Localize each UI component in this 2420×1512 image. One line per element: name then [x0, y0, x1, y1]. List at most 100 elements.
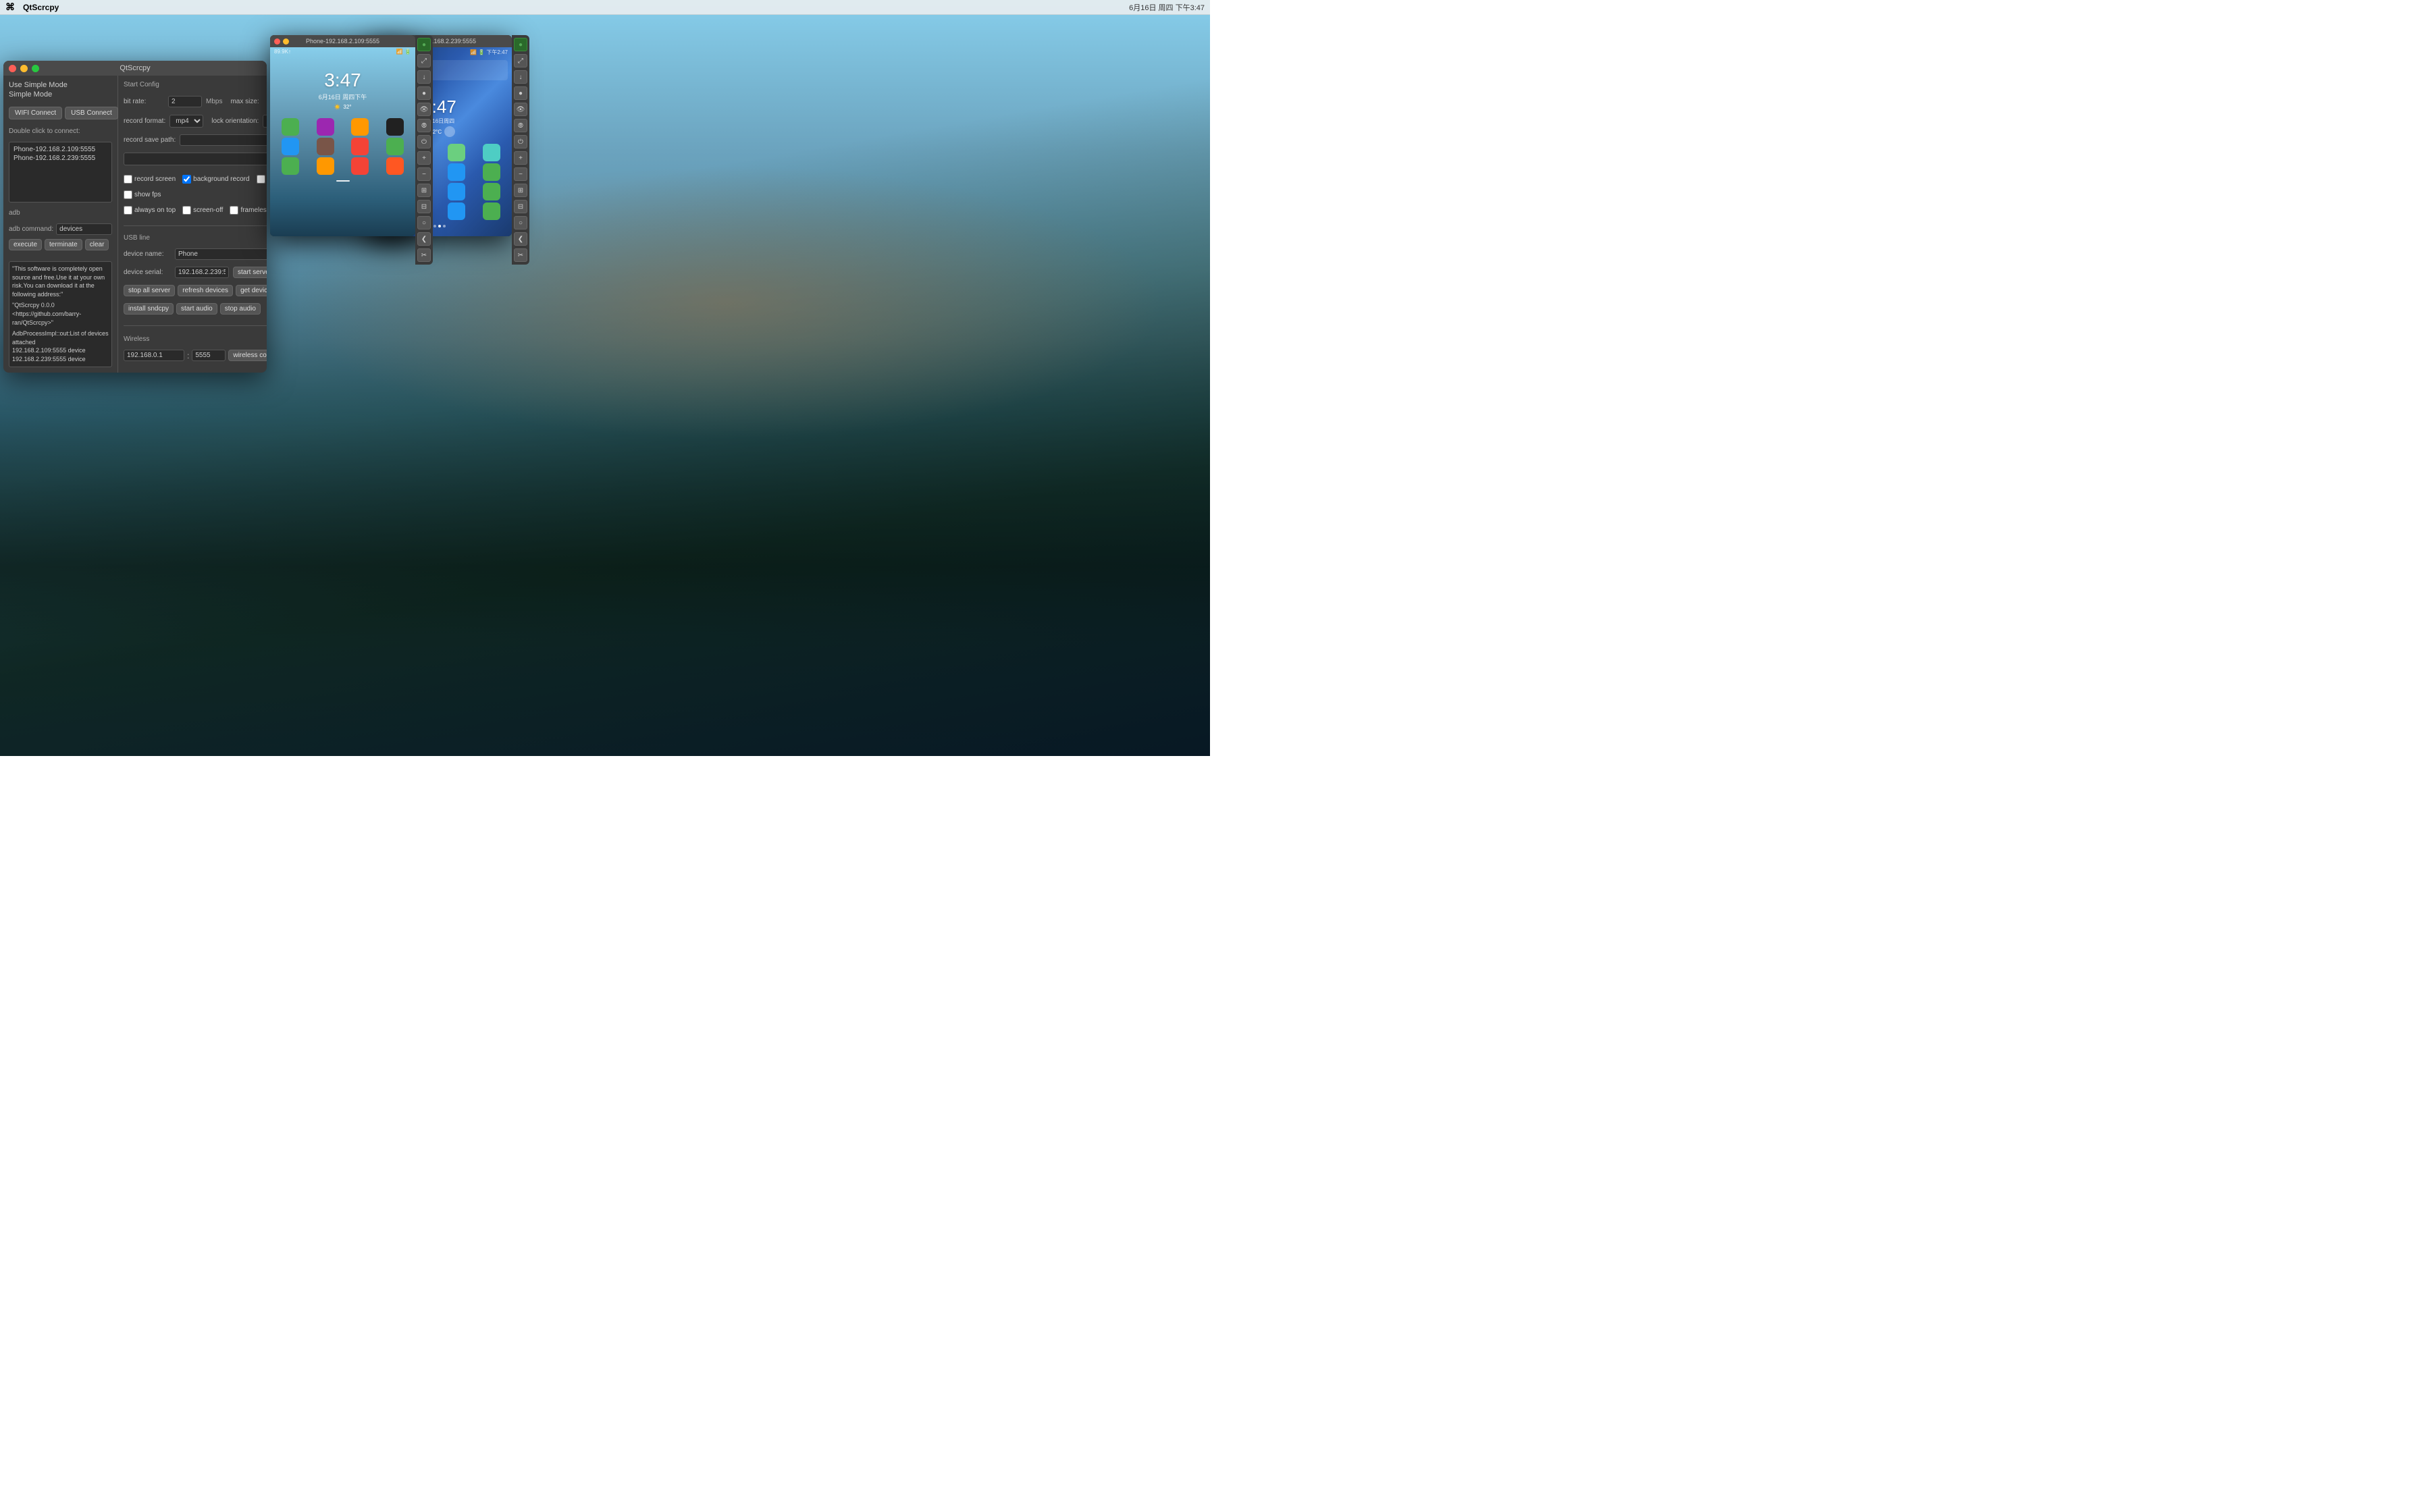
side-btn-2-fullscreen[interactable]: ⤢ [514, 54, 527, 68]
side-btn-2-clipboard[interactable]: ⊞ [514, 184, 527, 197]
window-body: Use Simple Mode Simple Mode WIFI Connect… [3, 76, 267, 373]
side-btn-1-home[interactable]: ○ [417, 216, 431, 230]
side-btn-2-power[interactable]: ⏻ [514, 135, 527, 148]
screen-off-checkbox[interactable]: screen-off [182, 206, 223, 215]
phone-1-apps-grid [270, 115, 415, 178]
side-btn-2-home[interactable]: ○ [514, 216, 527, 230]
frameless-checkbox[interactable]: frameless [230, 206, 267, 215]
device-serial-input[interactable] [175, 267, 229, 278]
log-line-1: "This software is completely open source… [12, 265, 109, 298]
side-btn-2-eye[interactable]: 👁 [514, 103, 527, 116]
install-sndcpy-button[interactable]: install sndcpy [124, 303, 174, 315]
side-btn-1-vol-up[interactable]: + [417, 151, 431, 165]
refresh-devices-button[interactable]: refresh devices [178, 285, 233, 296]
side-btn-1-clipboard[interactable]: ⊞ [417, 184, 431, 197]
apple-menu[interactable]: ⌘ [5, 1, 15, 13]
start-audio-button[interactable]: start audio [176, 303, 217, 315]
device-name-input[interactable] [175, 248, 267, 260]
phone-1-app-7[interactable] [386, 138, 404, 155]
device-name-row: device name: update name [124, 248, 267, 260]
stop-audio-button[interactable]: stop audio [220, 303, 261, 315]
phone-2-app-wechat2[interactable] [483, 202, 500, 220]
lock-orientation-select[interactable]: no lock 0° 90° 180° 270° [263, 115, 267, 128]
phone-2-app-8[interactable] [483, 163, 500, 181]
side-btn-1-rect[interactable]: ⊟ [417, 200, 431, 213]
side-btn-1-green[interactable]: ● [417, 38, 431, 51]
phone-1-close[interactable] [274, 38, 280, 45]
side-btn-1-vol-dn[interactable]: − [417, 167, 431, 181]
record-format-select[interactable]: mp4 mkv [169, 115, 203, 128]
adb-command-input[interactable] [56, 223, 112, 235]
format-orientation-row: record format: mp4 mkv lock orientation:… [124, 115, 267, 128]
record-save-path-input[interactable] [180, 134, 267, 146]
side-btn-2-back[interactable]: ❮ [514, 232, 527, 246]
use-simple-mode-label: Use Simple Mode [9, 81, 112, 89]
save-path-row: record save path: select path [124, 134, 267, 146]
side-btn-2-vol-dn[interactable]: − [514, 167, 527, 181]
reverse-connection-checkbox[interactable]: reverse connection [257, 175, 267, 184]
minimize-button[interactable] [20, 65, 28, 72]
background-record-checkbox[interactable]: background record [182, 175, 249, 184]
terminate-button[interactable]: terminate [45, 239, 82, 250]
clear-button[interactable]: clear [85, 239, 109, 250]
bitrate-row: bit rate: Mbps max size: 1080 720 480 [124, 95, 267, 108]
side-btn-2-rect[interactable]: ⊟ [514, 200, 527, 213]
phone-1-app-camera2[interactable] [386, 118, 404, 136]
side-btn-1-eye[interactable]: 👁 [417, 103, 431, 116]
phone-2-app-contacts2[interactable] [448, 202, 465, 220]
phone-1-min[interactable] [283, 38, 289, 45]
side-btn-1-fullscreen[interactable]: ⤢ [417, 54, 431, 68]
phone-1-app-chrome[interactable] [351, 157, 369, 175]
log-area: "This software is completely open source… [9, 261, 112, 367]
phone-1-app-4[interactable] [282, 138, 299, 155]
side-btn-1-power[interactable]: ⏻ [417, 135, 431, 148]
record-screen-checkbox[interactable]: record screen [124, 175, 176, 184]
phone-1-app-news[interactable] [386, 157, 404, 175]
get-device-ip-button[interactable]: get device IP [236, 285, 267, 296]
phone-2-app-wechat[interactable] [483, 144, 500, 161]
wireless-connect-button[interactable]: wireless connect [228, 350, 267, 361]
side-btn-2-down[interactable]: ↓ [514, 70, 527, 84]
usb-connect-button[interactable]: USB Connect [65, 107, 118, 119]
wifi-connect-button[interactable]: WIFI Connect [9, 107, 62, 119]
side-btn-1-scissors[interactable]: ✂ [417, 248, 431, 262]
side-btn-2-eye2[interactable]: ⦾ [514, 119, 527, 132]
always-on-top-checkbox[interactable]: always on top [124, 206, 176, 215]
wireless-ip-input[interactable] [124, 350, 184, 361]
maximize-button[interactable] [32, 65, 39, 72]
adb-command-row: adb command: [9, 223, 112, 235]
side-btn-2-vol-up[interactable]: + [514, 151, 527, 165]
log-line-2: "QtScrcpy 0.0.0 <https://github.com/barr… [12, 301, 109, 327]
phone-2-app-7[interactable] [448, 163, 465, 181]
side-btn-1-eye2[interactable]: ⦾ [417, 119, 431, 132]
stop-all-server-button[interactable]: stop all server [124, 285, 175, 296]
phone-1-app-5[interactable] [317, 138, 334, 155]
side-btn-1-back[interactable]: ❮ [417, 232, 431, 246]
device-item-2[interactable]: Phone-192.168.2.239:5555 [12, 154, 109, 163]
phone-1-app-music[interactable] [351, 118, 369, 136]
wireless-port-input[interactable] [192, 350, 226, 361]
phone-1-app-maps[interactable] [282, 118, 299, 136]
script-select[interactable] [124, 153, 267, 165]
execute-button[interactable]: execute [9, 239, 42, 250]
phone-1-app-phone[interactable] [282, 157, 299, 175]
side-btn-1-circle[interactable]: ● [417, 86, 431, 100]
close-button[interactable] [9, 65, 16, 72]
device-item-1[interactable]: Phone-192.168.2.109:5555 [12, 145, 109, 154]
simple-mode-label: Simple Mode [9, 90, 112, 99]
phone-2-app-3[interactable] [448, 144, 465, 161]
show-fps-checkbox[interactable]: show fps [124, 190, 161, 199]
side-btn-2-green[interactable]: ● [514, 38, 527, 51]
phone-2-app-msg[interactable] [483, 183, 500, 200]
bitrate-input[interactable] [168, 96, 202, 107]
phone-1-app-msg[interactable] [317, 157, 334, 175]
phone-1-app-6[interactable] [351, 138, 369, 155]
phone-1-app-camera[interactable] [317, 118, 334, 136]
side-btn-2-circle[interactable]: ● [514, 86, 527, 100]
menubar-app-name[interactable]: QtScrcpy [23, 3, 59, 12]
side-btn-1-down[interactable]: ↓ [417, 70, 431, 84]
port-separator: : [187, 351, 189, 360]
phone-2-app-contacts[interactable] [448, 183, 465, 200]
start-server-button[interactable]: start server [233, 267, 267, 278]
side-btn-2-scissors[interactable]: ✂ [514, 248, 527, 262]
